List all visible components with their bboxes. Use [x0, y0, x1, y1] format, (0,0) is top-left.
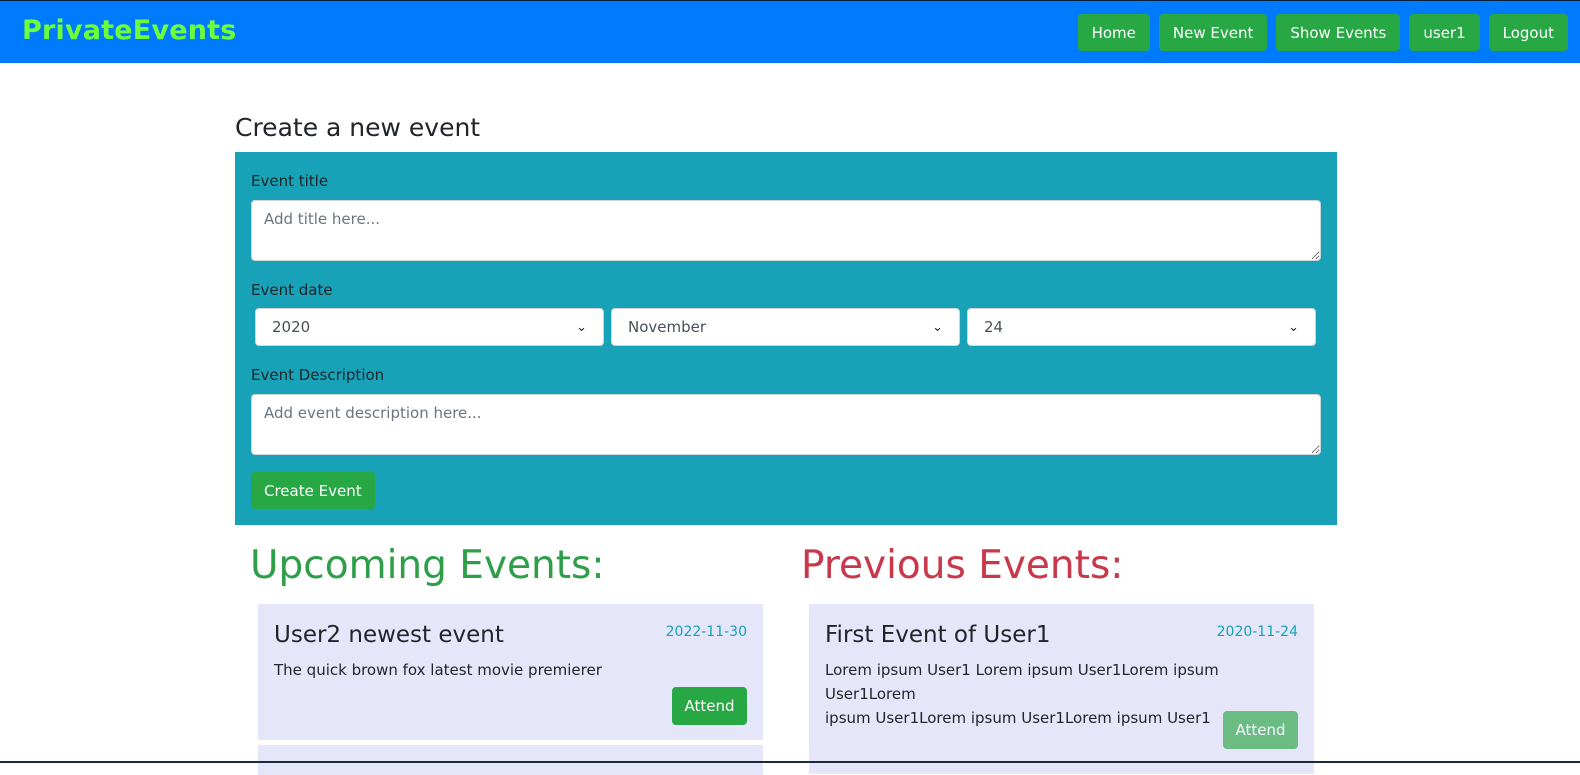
attend-button[interactable]: Attend	[1223, 711, 1298, 749]
event-card-description-line: Lorem ipsum User1 Lorem ipsum User1Lorem…	[825, 661, 1219, 703]
event-description-label: Event Description	[251, 366, 385, 384]
year-select[interactable]: 2020 ⌄	[255, 308, 604, 346]
previous-event-card: First Event of User1 2020-11-24 Lorem ip…	[809, 604, 1314, 774]
nav-buttons: Home New Event Show Events user1 Logout	[1077, 14, 1568, 51]
window-bottom-edge	[0, 761, 1580, 763]
upcoming-events-heading: Upcoming Events:	[250, 543, 605, 588]
nav-new-event-button[interactable]: New Event	[1158, 14, 1268, 51]
page-title: Create a new event	[235, 113, 481, 142]
month-select[interactable]: November ⌄	[611, 308, 960, 346]
navbar: PrivateEvents Home New Event Show Events…	[0, 0, 1580, 63]
nav-logout-button[interactable]: Logout	[1488, 14, 1568, 51]
day-select-value: 24	[984, 318, 1004, 336]
day-select[interactable]: 24 ⌄	[967, 308, 1316, 346]
month-select-value: November	[628, 318, 707, 336]
chevron-down-icon: ⌄	[932, 319, 943, 335]
event-card-title: User2 newest event	[274, 622, 504, 648]
event-description-input[interactable]	[251, 394, 1321, 455]
chevron-down-icon: ⌄	[1288, 319, 1299, 335]
brand-logo[interactable]: PrivateEvents	[22, 15, 237, 46]
event-card-date: 2020-11-24	[1216, 624, 1298, 640]
event-title-label: Event title	[251, 172, 329, 190]
event-card-description: The quick brown fox latest movie premier…	[274, 661, 602, 679]
attend-button[interactable]: Attend	[672, 687, 747, 725]
event-title-input[interactable]	[251, 200, 1321, 261]
nav-show-events-button[interactable]: Show Events	[1276, 14, 1401, 51]
chevron-down-icon: ⌄	[576, 319, 587, 335]
upcoming-event-card	[258, 745, 763, 775]
nav-home-button[interactable]: Home	[1077, 14, 1150, 51]
nav-user-button[interactable]: user1	[1409, 14, 1480, 51]
year-select-value: 2020	[272, 318, 311, 336]
upcoming-event-card: User2 newest event 2022-11-30 The quick …	[258, 604, 763, 740]
create-event-button[interactable]: Create Event	[251, 472, 375, 509]
previous-events-heading: Previous Events:	[801, 543, 1124, 588]
event-date-label: Event date	[251, 281, 333, 299]
event-card-date: 2022-11-30	[665, 624, 747, 640]
event-card-title: First Event of User1	[825, 622, 1051, 648]
create-event-form: Event title Event date 2020 ⌄ November ⌄…	[235, 152, 1337, 525]
